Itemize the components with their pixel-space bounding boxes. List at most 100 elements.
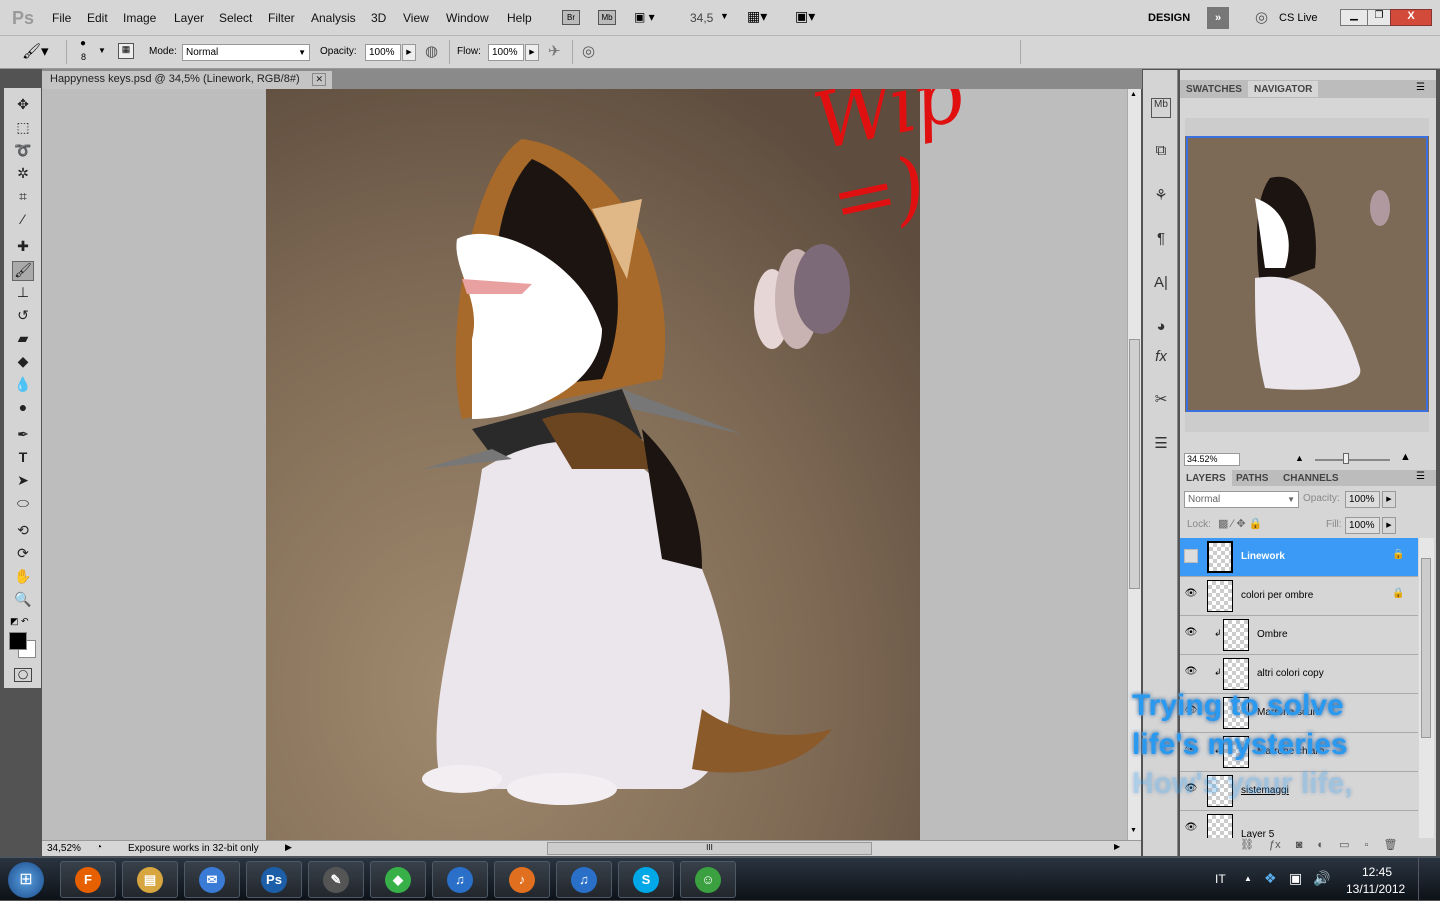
airbrush-icon[interactable]: ✈: [548, 42, 561, 60]
paragraph-icon[interactable]: ¶: [1151, 230, 1171, 250]
paint-bucket-tool-icon[interactable]: ◆: [12, 353, 34, 373]
menu-file[interactable]: File: [52, 11, 71, 25]
layer-row[interactable]: 👁 colori per ombre 🔒: [1180, 577, 1418, 616]
opacity-input[interactable]: 100%: [365, 44, 401, 61]
close-document-icon[interactable]: ✕: [312, 73, 326, 86]
taskbar-itunes-2-button[interactable]: ♫: [556, 861, 612, 898]
scroll-up-icon[interactable]: ▲: [1130, 91, 1137, 98]
type-tool-icon[interactable]: T: [12, 449, 34, 469]
language-indicator[interactable]: IT: [1215, 872, 1226, 886]
default-colors-icon[interactable]: ◩ ↶: [10, 616, 29, 627]
layer-name[interactable]: Ombre: [1257, 629, 1288, 640]
status-info-icon[interactable]: ◔: [96, 842, 102, 853]
layer-name[interactable]: colori per ombre: [1241, 590, 1313, 601]
menu-edit[interactable]: Edit: [87, 11, 108, 25]
history-icon[interactable]: ⧉: [1151, 142, 1171, 162]
zoom-level[interactable]: 34,5: [690, 11, 713, 25]
zoom-tool-icon[interactable]: 🔍: [12, 591, 34, 611]
crop-tool-icon[interactable]: ⌗: [12, 188, 34, 208]
3d-orbit-tool-icon[interactable]: ⟳: [12, 545, 34, 565]
volume-icon[interactable]: 🔊: [1313, 870, 1330, 887]
tab-paths[interactable]: PATHS: [1230, 470, 1274, 486]
zoom-out-icon[interactable]: ▲: [1295, 453, 1304, 463]
tab-channels[interactable]: CHANNELS: [1277, 470, 1345, 486]
lasso-tool-icon[interactable]: ➰: [12, 142, 34, 162]
fill-slider[interactable]: ▶: [1382, 517, 1396, 534]
brush-panel-toggle-icon[interactable]: ▦: [118, 43, 134, 59]
minimize-button[interactable]: ▁: [1340, 9, 1368, 26]
menu-view[interactable]: View: [403, 11, 429, 25]
hand-tool-icon[interactable]: ✋: [12, 568, 34, 588]
taskbar-firefox-button[interactable]: F: [60, 861, 116, 898]
scroll-right-icon[interactable]: ▶: [1114, 842, 1120, 851]
tab-swatches[interactable]: SWATCHES: [1180, 81, 1248, 97]
dropbox-icon[interactable]: ❖: [1264, 870, 1277, 887]
taskbar-explorer-button[interactable]: ▤: [122, 861, 178, 898]
eye-icon[interactable]: 👁: [1184, 666, 1198, 680]
extras-dropdown[interactable]: ▣ ▾: [634, 10, 655, 24]
layer-row[interactable]: Linework 🔒: [1180, 538, 1418, 577]
menu-analysis[interactable]: Analysis: [311, 11, 356, 25]
document-tab[interactable]: Happyness keys.psd @ 34,5% (Linework, RG…: [42, 71, 332, 89]
menu-filter[interactable]: Filter: [268, 11, 295, 25]
blur-tool-icon[interactable]: 💧: [12, 376, 34, 396]
workspace-switcher[interactable]: DESIGN: [1148, 12, 1190, 24]
taskbar-music-button[interactable]: ♪: [494, 861, 550, 898]
layer-row[interactable]: 👁 Layer 5: [1180, 811, 1418, 838]
quick-mask-icon[interactable]: ◯: [14, 668, 32, 682]
healing-brush-tool-icon[interactable]: ✚: [12, 238, 34, 258]
taskbar-skype-button[interactable]: S: [618, 861, 674, 898]
screen-mode-icon[interactable]: ▣▾: [795, 8, 815, 25]
mode-select[interactable]: Normal ▼: [182, 44, 310, 61]
scroll-down-icon[interactable]: ▼: [1130, 827, 1137, 834]
blend-mode-select[interactable]: Normal ▼: [1184, 491, 1299, 508]
clock-time[interactable]: 12:45: [1362, 865, 1392, 879]
marquee-tool-icon[interactable]: ⬚: [12, 119, 34, 139]
eye-icon[interactable]: 👁: [1184, 588, 1198, 602]
flow-slider-toggle[interactable]: ▶: [525, 44, 539, 61]
show-hidden-icons[interactable]: ▲: [1244, 874, 1252, 883]
clock-date[interactable]: 13/11/2012: [1346, 882, 1405, 896]
layer-opacity-input[interactable]: 100%: [1345, 491, 1380, 508]
menu-3d[interactable]: 3D: [371, 11, 386, 25]
zoom-slider[interactable]: [1315, 459, 1390, 461]
status-menu-arrow[interactable]: ▶: [285, 842, 292, 853]
character-icon[interactable]: A|: [1151, 274, 1171, 294]
zoom-slider-handle[interactable]: [1343, 453, 1349, 464]
ellipse-tool-icon[interactable]: ⬭: [12, 495, 34, 515]
fill-input[interactable]: 100%: [1345, 517, 1380, 534]
layer-name[interactable]: Linework: [1241, 551, 1285, 562]
layer-opacity-slider[interactable]: ▶: [1382, 491, 1396, 508]
restore-button[interactable]: ❐: [1367, 9, 1391, 26]
arrange-documents-icon[interactable]: ▦▾: [747, 8, 767, 25]
more-workspaces-icon[interactable]: »: [1207, 7, 1229, 29]
eyedropper-tool-icon[interactable]: ⁄: [12, 211, 34, 231]
taskbar-inkscape-button[interactable]: ✎: [308, 861, 364, 898]
canvas-area[interactable]: Wip =): [42, 89, 1127, 840]
bridge-button[interactable]: Br: [562, 10, 580, 25]
lock-icons[interactable]: ▩ ⁄ ✥ 🔒: [1218, 517, 1262, 530]
panel-menu-icon[interactable]: ☰: [1416, 471, 1425, 482]
eraser-tool-icon[interactable]: ▰: [12, 330, 34, 350]
navigator-preview[interactable]: [1185, 118, 1429, 432]
scrollbar-thumb[interactable]: [1129, 339, 1140, 589]
show-desktop-button[interactable]: [1418, 858, 1440, 901]
visibility-toggle[interactable]: [1184, 549, 1198, 563]
taskbar-itunes-button[interactable]: ♫: [432, 861, 488, 898]
history-brush-tool-icon[interactable]: ↺: [12, 307, 34, 327]
dodge-tool-icon[interactable]: ●: [12, 399, 34, 419]
layers-footer-icons[interactable]: ⛓ ƒx ◙ ◐ ▭ ▫ 🗑: [1240, 838, 1397, 851]
path-selection-tool-icon[interactable]: ➤: [12, 472, 34, 492]
menu-image[interactable]: Image: [123, 11, 156, 25]
status-zoom[interactable]: 34,52%: [47, 843, 81, 854]
taskbar-photoshop-button[interactable]: Ps: [246, 861, 302, 898]
tab-navigator[interactable]: NAVIGATOR: [1248, 81, 1319, 97]
styles-icon[interactable]: ◕: [1151, 318, 1171, 338]
3d-rotate-tool-icon[interactable]: ⟲: [12, 522, 34, 542]
cs-live-button[interactable]: CS Live: [1279, 12, 1318, 24]
brush-tool-icon[interactable]: 🖌: [12, 261, 34, 281]
quick-selection-tool-icon[interactable]: ✲: [12, 165, 34, 185]
brush-dot-icon[interactable]: ●: [80, 38, 86, 49]
brush-presets-icon[interactable]: ⚘: [1151, 186, 1171, 206]
menu-select[interactable]: Select: [219, 11, 252, 25]
